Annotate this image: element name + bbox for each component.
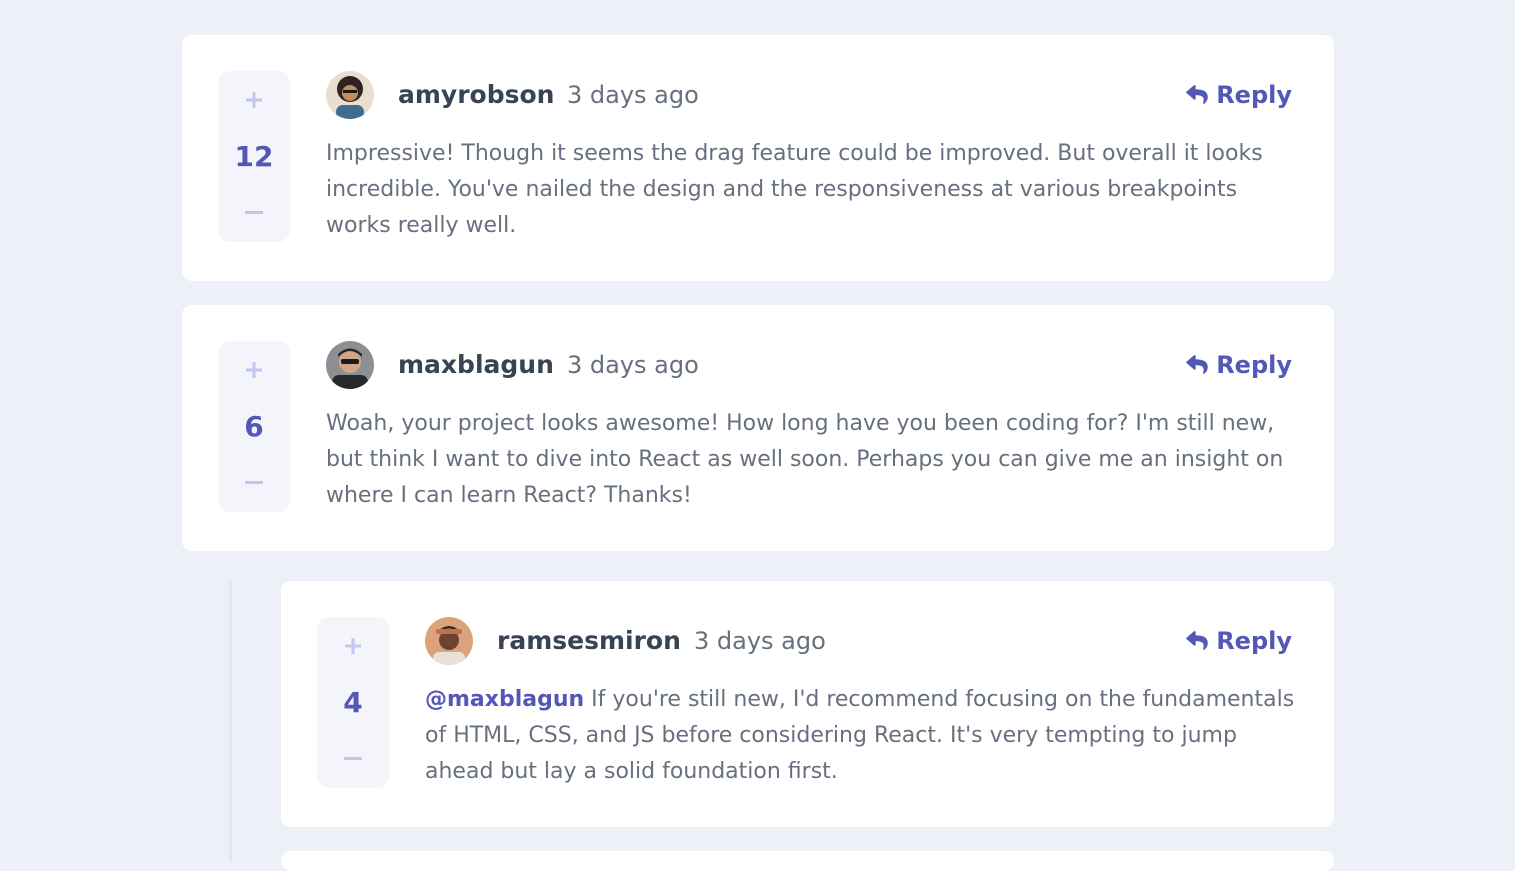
comment-card: 12 amyrobson 3 days ago Reply Impressive… (182, 35, 1334, 281)
minus-icon (344, 757, 362, 760)
reply-arrow-icon (1186, 355, 1208, 374)
reply-card: 4 ramsesmiron 3 days ago Reply @maxblagu… (281, 581, 1334, 827)
comment-text: Woah, your project looks awesome! How lo… (326, 411, 1284, 508)
score: 12 (234, 140, 274, 173)
username[interactable]: amyrobson (398, 77, 554, 113)
upvote-button[interactable] (218, 355, 290, 385)
downvote-button[interactable] (218, 198, 290, 228)
reply-label: Reply (1216, 351, 1292, 379)
reply-button[interactable]: Reply (1186, 77, 1292, 113)
timestamp: 3 days ago (694, 627, 826, 655)
downvote-button[interactable] (218, 468, 290, 498)
reply-label: Reply (1216, 627, 1292, 655)
avatar (326, 71, 374, 119)
minus-icon (245, 211, 263, 214)
plus-icon (345, 638, 361, 654)
comment-text: Impressive! Though it seems the drag fea… (326, 141, 1263, 238)
reply-button[interactable]: Reply (1186, 347, 1292, 383)
plus-icon (246, 92, 262, 108)
vote-box: 6 (218, 341, 290, 512)
timestamp: 3 days ago (567, 351, 699, 379)
comment-text: @maxblagun If you're still new, I'd reco… (425, 682, 1295, 790)
username[interactable]: maxblagun (398, 347, 554, 383)
avatar (425, 617, 473, 665)
reply-button[interactable]: Reply (1186, 623, 1292, 659)
mention-link[interactable]: @maxblagun (425, 687, 584, 712)
comment-card: 6 maxblagun 3 days ago Reply Woah, your … (182, 305, 1334, 551)
downvote-button[interactable] (317, 744, 389, 774)
vote-box: 4 (317, 617, 389, 788)
plus-icon (246, 362, 262, 378)
reply-thread-line (229, 581, 232, 861)
minus-icon (245, 481, 263, 484)
reply-arrow-icon (1186, 631, 1208, 650)
upvote-button[interactable] (218, 85, 290, 115)
score: 6 (244, 410, 264, 443)
avatar (326, 341, 374, 389)
reply-card-partial (281, 851, 1334, 871)
vote-box: 12 (218, 71, 290, 242)
username[interactable]: ramsesmiron (497, 623, 681, 659)
reply-arrow-icon (1186, 85, 1208, 104)
timestamp: 3 days ago (567, 81, 699, 109)
upvote-button[interactable] (317, 631, 389, 661)
score: 4 (343, 686, 363, 719)
reply-label: Reply (1216, 81, 1292, 109)
